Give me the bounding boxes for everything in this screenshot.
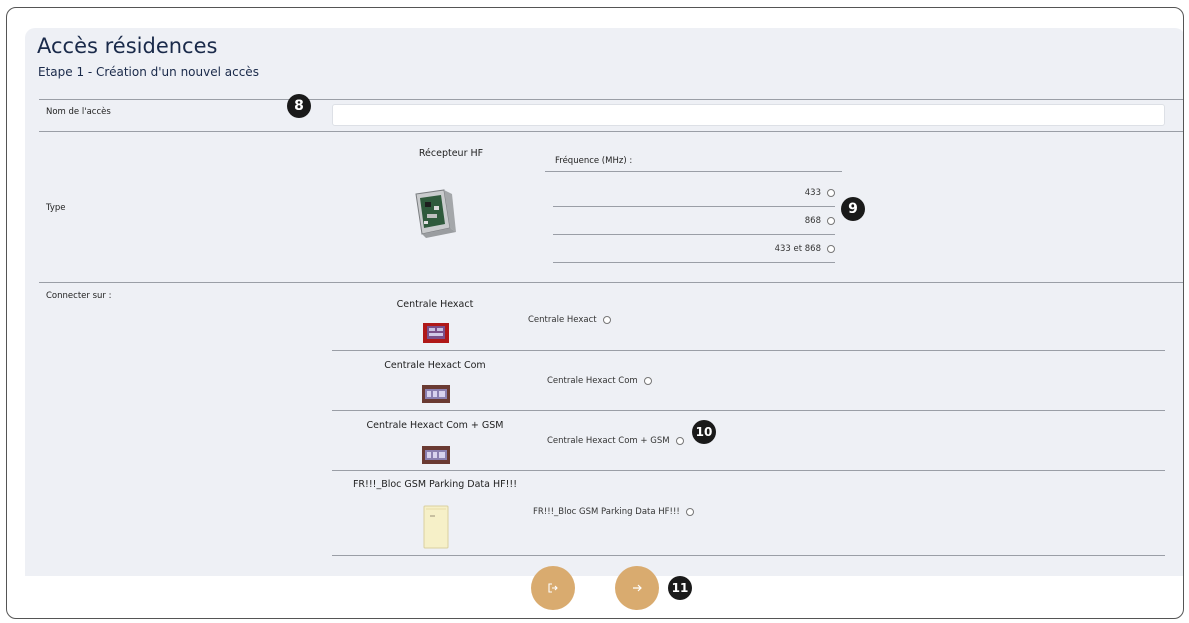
frequency-option-433[interactable]: 433 bbox=[553, 186, 835, 200]
bloc-gsm-image bbox=[422, 505, 450, 553]
annotation-badge-9: 9 bbox=[841, 197, 865, 221]
centrale-hexact-com-gsm-image bbox=[422, 446, 450, 468]
divider bbox=[39, 99, 1183, 100]
annotation-badge-10: 10 bbox=[692, 420, 716, 444]
exit-icon bbox=[548, 583, 558, 593]
exit-button[interactable] bbox=[531, 566, 575, 610]
radio-868[interactable] bbox=[827, 217, 835, 225]
frequency-option-868[interactable]: 868 bbox=[553, 214, 835, 228]
divider bbox=[39, 131, 1183, 132]
device-option-bloc-gsm[interactable]: FR!!!_Bloc GSM Parking Data HF!!! bbox=[533, 507, 694, 517]
radio-hexact-com[interactable] bbox=[643, 377, 652, 385]
receiver-hf-image bbox=[410, 188, 456, 244]
frequency-title: Fréquence (MHz) : bbox=[555, 156, 633, 166]
centrale-hexact-com-image bbox=[422, 385, 450, 407]
device-option-label: Centrale Hexact Com + GSM bbox=[547, 436, 670, 446]
annotation-badge-8: 8 bbox=[287, 94, 311, 118]
device-title-hexact-com: Centrale Hexact Com bbox=[384, 360, 486, 371]
divider bbox=[332, 410, 1165, 411]
frequency-label: 868 bbox=[804, 216, 821, 226]
radio-bloc-gsm[interactable] bbox=[685, 508, 694, 516]
divider bbox=[332, 350, 1165, 351]
form-panel: Accès résidences Etape 1 - Création d'un… bbox=[25, 28, 1183, 576]
divider bbox=[545, 171, 842, 172]
divider bbox=[332, 555, 1165, 556]
divider bbox=[39, 282, 1183, 283]
device-option-hexact[interactable]: Centrale Hexact bbox=[528, 315, 611, 325]
access-name-input[interactable] bbox=[332, 104, 1165, 126]
annotation-badge-11: 11 bbox=[668, 576, 692, 600]
radio-hexact[interactable] bbox=[602, 316, 611, 324]
next-button[interactable] bbox=[615, 566, 659, 610]
device-title-hexact-com-gsm: Centrale Hexact Com + GSM bbox=[366, 420, 504, 431]
radio-433[interactable] bbox=[827, 189, 835, 197]
divider bbox=[553, 206, 835, 207]
window-frame: Accès résidences Etape 1 - Création d'un… bbox=[6, 7, 1184, 619]
connect-label: Connecter sur : bbox=[46, 291, 112, 301]
device-option-label: Centrale Hexact bbox=[528, 315, 597, 325]
device-option-hexact-com[interactable]: Centrale Hexact Com bbox=[547, 376, 652, 386]
step-subtitle: Etape 1 - Création d'un nouvel accès bbox=[38, 65, 259, 79]
receiver-title: Récepteur HF bbox=[418, 148, 484, 159]
frequency-label: 433 bbox=[804, 188, 821, 198]
device-title-bloc-gsm: FR!!!_Bloc GSM Parking Data HF!!! bbox=[352, 479, 518, 490]
device-title-hexact: Centrale Hexact bbox=[396, 299, 474, 310]
radio-hexact-com-gsm[interactable] bbox=[675, 437, 684, 445]
frequency-option-433-868[interactable]: 433 et 868 bbox=[553, 242, 835, 256]
page-title: Accès résidences bbox=[37, 34, 218, 58]
divider bbox=[332, 470, 1165, 471]
device-option-label: Centrale Hexact Com bbox=[547, 376, 638, 386]
device-option-hexact-com-gsm[interactable]: Centrale Hexact Com + GSM bbox=[547, 436, 684, 446]
divider bbox=[553, 234, 835, 235]
arrow-right-icon bbox=[633, 584, 642, 592]
radio-433-868[interactable] bbox=[827, 245, 835, 253]
frequency-label: 433 et 868 bbox=[774, 244, 821, 254]
divider bbox=[553, 262, 835, 263]
type-label: Type bbox=[46, 203, 66, 213]
name-label: Nom de l'accès bbox=[46, 107, 111, 117]
centrale-hexact-image bbox=[423, 323, 449, 347]
device-option-label: FR!!!_Bloc GSM Parking Data HF!!! bbox=[533, 507, 680, 517]
